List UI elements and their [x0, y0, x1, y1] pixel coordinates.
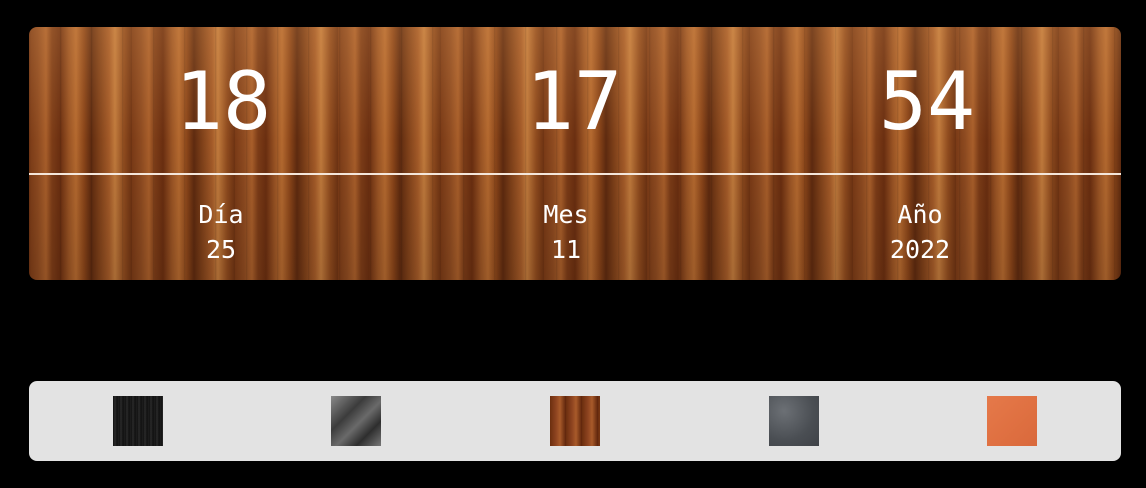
clock-panel: 18 17 54 Día 25 Mes 11 Año 2022 [29, 27, 1121, 280]
year-column: Año 2022 [820, 197, 1020, 267]
theme-selector-bar [29, 381, 1121, 461]
minutes-display: 17 [525, 55, 623, 148]
theme-swatch-wood[interactable] [550, 396, 600, 446]
theme-swatch-black-stripes[interactable] [113, 396, 163, 446]
month-column: Mes 11 [466, 197, 666, 267]
day-column: Día 25 [121, 197, 321, 267]
seconds-display: 54 [878, 55, 976, 148]
hours-display: 18 [174, 55, 272, 148]
theme-swatch-granite[interactable] [769, 396, 819, 446]
theme-swatch-orange[interactable] [987, 396, 1037, 446]
day-value: 25 [205, 235, 237, 264]
year-value: 2022 [889, 235, 951, 264]
time-row: 18 17 54 [29, 27, 1121, 173]
month-label: Mes [543, 200, 589, 229]
clock-divider [29, 173, 1121, 175]
day-label: Día [198, 200, 244, 229]
month-value: 11 [550, 235, 582, 264]
year-label: Año [897, 200, 943, 229]
theme-swatch-grey-stone[interactable] [331, 396, 381, 446]
